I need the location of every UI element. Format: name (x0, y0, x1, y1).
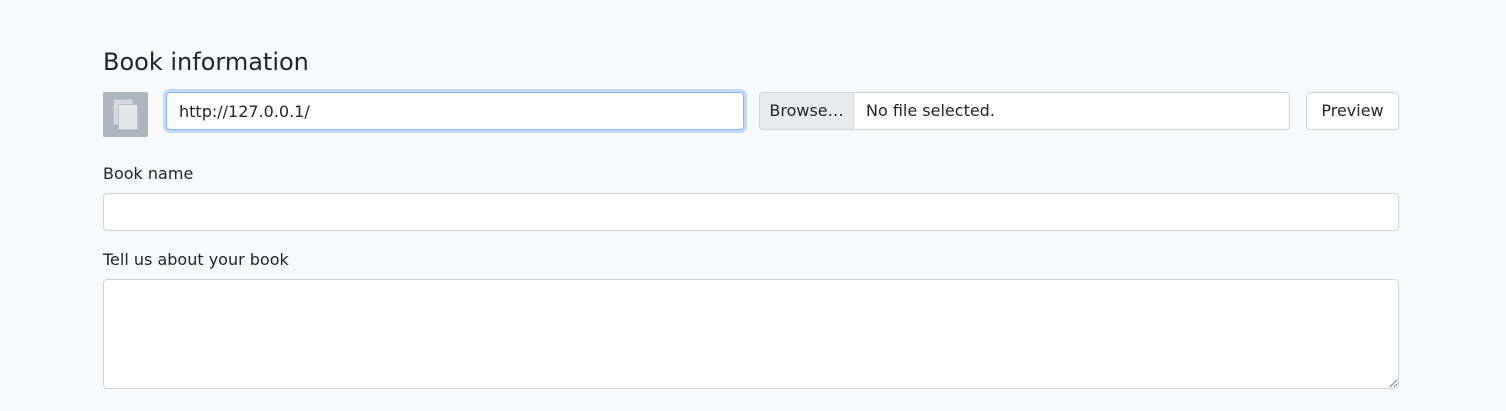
cover-thumbnail (103, 92, 148, 137)
book-form: Book information Browse… No file selecte… (0, 0, 1506, 411)
file-upload-field[interactable]: Browse… No file selected. (759, 92, 1290, 130)
cover-url-input[interactable] (166, 92, 744, 130)
about-book-label: Tell us about your book (103, 250, 289, 269)
document-front-sheet (118, 104, 138, 130)
browse-button[interactable]: Browse… (760, 93, 854, 129)
book-name-input[interactable] (103, 193, 1399, 231)
preview-button[interactable]: Preview (1306, 92, 1399, 130)
section-title: Book information (103, 48, 309, 76)
about-book-textarea[interactable] (103, 279, 1399, 389)
file-status-text: No file selected. (866, 101, 995, 120)
book-name-label: Book name (103, 164, 194, 183)
